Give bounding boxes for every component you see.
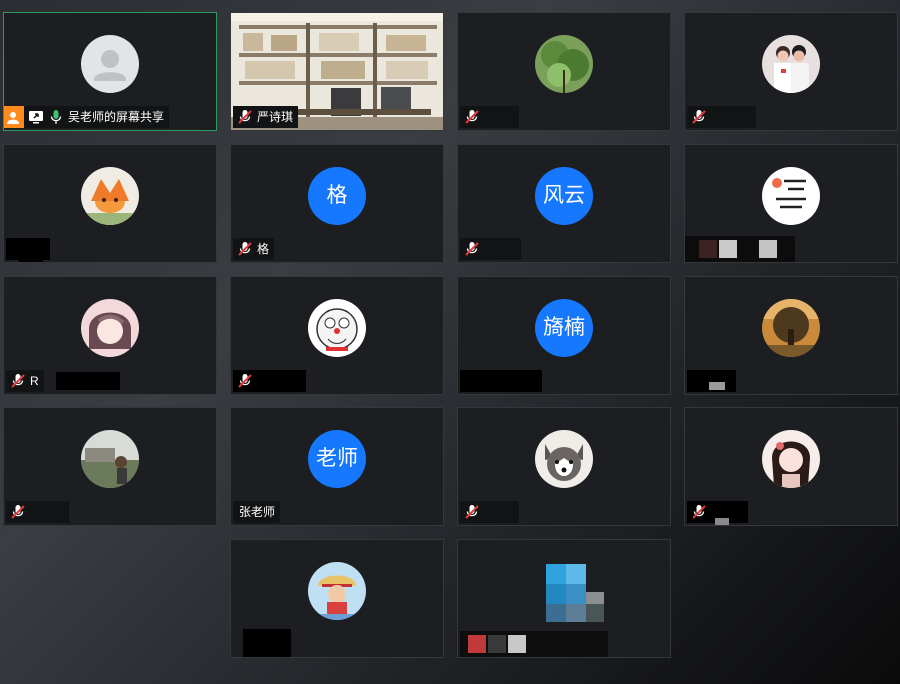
participant-tile-p17[interactable]	[230, 539, 444, 658]
redaction-mark	[56, 372, 120, 390]
microphone-muted-icon	[691, 504, 707, 520]
pixelated-name-block	[468, 635, 486, 653]
redaction-mark	[19, 252, 43, 262]
pixelated-name-block	[709, 382, 725, 390]
microphone-muted-icon	[10, 373, 26, 389]
pixelated-name-block	[508, 635, 526, 653]
pixelated-name-block	[715, 518, 729, 525]
pixelated-name-block	[719, 240, 737, 258]
avatar-photo	[762, 430, 820, 488]
participant-tile-p13[interactable]	[3, 407, 217, 526]
name-bar	[460, 238, 521, 260]
person-silhouette-icon	[94, 50, 126, 81]
participant-tile-p18[interactable]	[457, 539, 671, 658]
name-bar	[6, 501, 69, 523]
avatar-photo	[308, 299, 366, 357]
participant-tile-p5[interactable]	[3, 144, 217, 263]
name-bar: 吴老师的屏幕共享	[4, 106, 170, 128]
participant-tile-p8[interactable]	[684, 144, 898, 263]
person-icon	[4, 106, 24, 128]
pixelated-name-block	[488, 635, 506, 653]
pixelated-name-block	[699, 240, 717, 258]
avatar-initials: 旖楠	[535, 299, 593, 357]
screen-share-icon	[28, 109, 44, 125]
microphone-muted-icon	[464, 109, 480, 125]
avatar-photo	[308, 562, 366, 620]
avatar-photo	[535, 35, 593, 93]
participant-tile-p6[interactable]: 格 格	[230, 144, 444, 263]
participant-tile-p11[interactable]: 旖楠	[457, 276, 671, 395]
avatar-photo	[81, 167, 139, 225]
microphone-muted-icon	[237, 373, 253, 389]
participant-tile-p12[interactable]	[684, 276, 898, 395]
participant-tile-p9[interactable]: R	[3, 276, 217, 395]
participant-tile-p7[interactable]: 风云	[457, 144, 671, 263]
name-bar: R	[6, 370, 44, 392]
microphone-muted-icon	[691, 109, 707, 125]
pixelated-avatar	[546, 564, 604, 622]
participant-name: 严诗琪	[257, 110, 294, 124]
name-bar	[460, 106, 519, 128]
name-bar	[687, 106, 756, 128]
redacted-name-bar	[243, 629, 291, 657]
participant-tile-p3[interactable]	[457, 12, 671, 131]
microphone-muted-icon	[237, 241, 253, 257]
name-bar: 格	[233, 238, 275, 260]
participant-tile-p1[interactable]: 吴老师的屏幕共享	[3, 12, 217, 131]
pixelated-name-block	[759, 240, 777, 258]
microphone-muted-icon	[464, 241, 480, 257]
avatar-initials: 老师	[308, 430, 366, 488]
participant-tile-p2[interactable]: 严诗琪	[230, 12, 444, 131]
redacted-name-bar	[460, 370, 542, 392]
avatar-photo	[81, 430, 139, 488]
participant-tile-p16[interactable]	[684, 407, 898, 526]
microphone-muted-icon	[10, 504, 26, 520]
avatar-initials: 风云	[535, 167, 593, 225]
avatar-photo	[762, 299, 820, 357]
microphone-icon	[48, 109, 64, 125]
microphone-muted-icon	[464, 504, 480, 520]
participant-tile-p10[interactable]	[230, 276, 444, 395]
avatar-photo	[81, 299, 139, 357]
name-bar	[460, 501, 519, 523]
participant-name: 吴老师的屏幕共享	[68, 110, 165, 124]
avatar-photo	[535, 430, 593, 488]
microphone-muted-icon	[237, 109, 253, 125]
default-avatar	[81, 35, 139, 93]
participant-name: 张老师	[239, 505, 276, 519]
avatar-photo	[762, 167, 820, 225]
avatar-photo	[762, 35, 820, 93]
participant-name: R	[30, 374, 39, 388]
name-bar: 严诗琪	[233, 106, 299, 128]
participant-tile-p14[interactable]: 老师 张老师	[230, 407, 444, 526]
participant-name: 格	[257, 242, 270, 256]
participant-tile-p4[interactable]	[684, 12, 898, 131]
participant-tile-p15[interactable]	[457, 407, 671, 526]
name-bar	[233, 370, 306, 392]
name-bar: 张老师	[233, 501, 281, 523]
avatar-initials: 格	[308, 167, 366, 225]
